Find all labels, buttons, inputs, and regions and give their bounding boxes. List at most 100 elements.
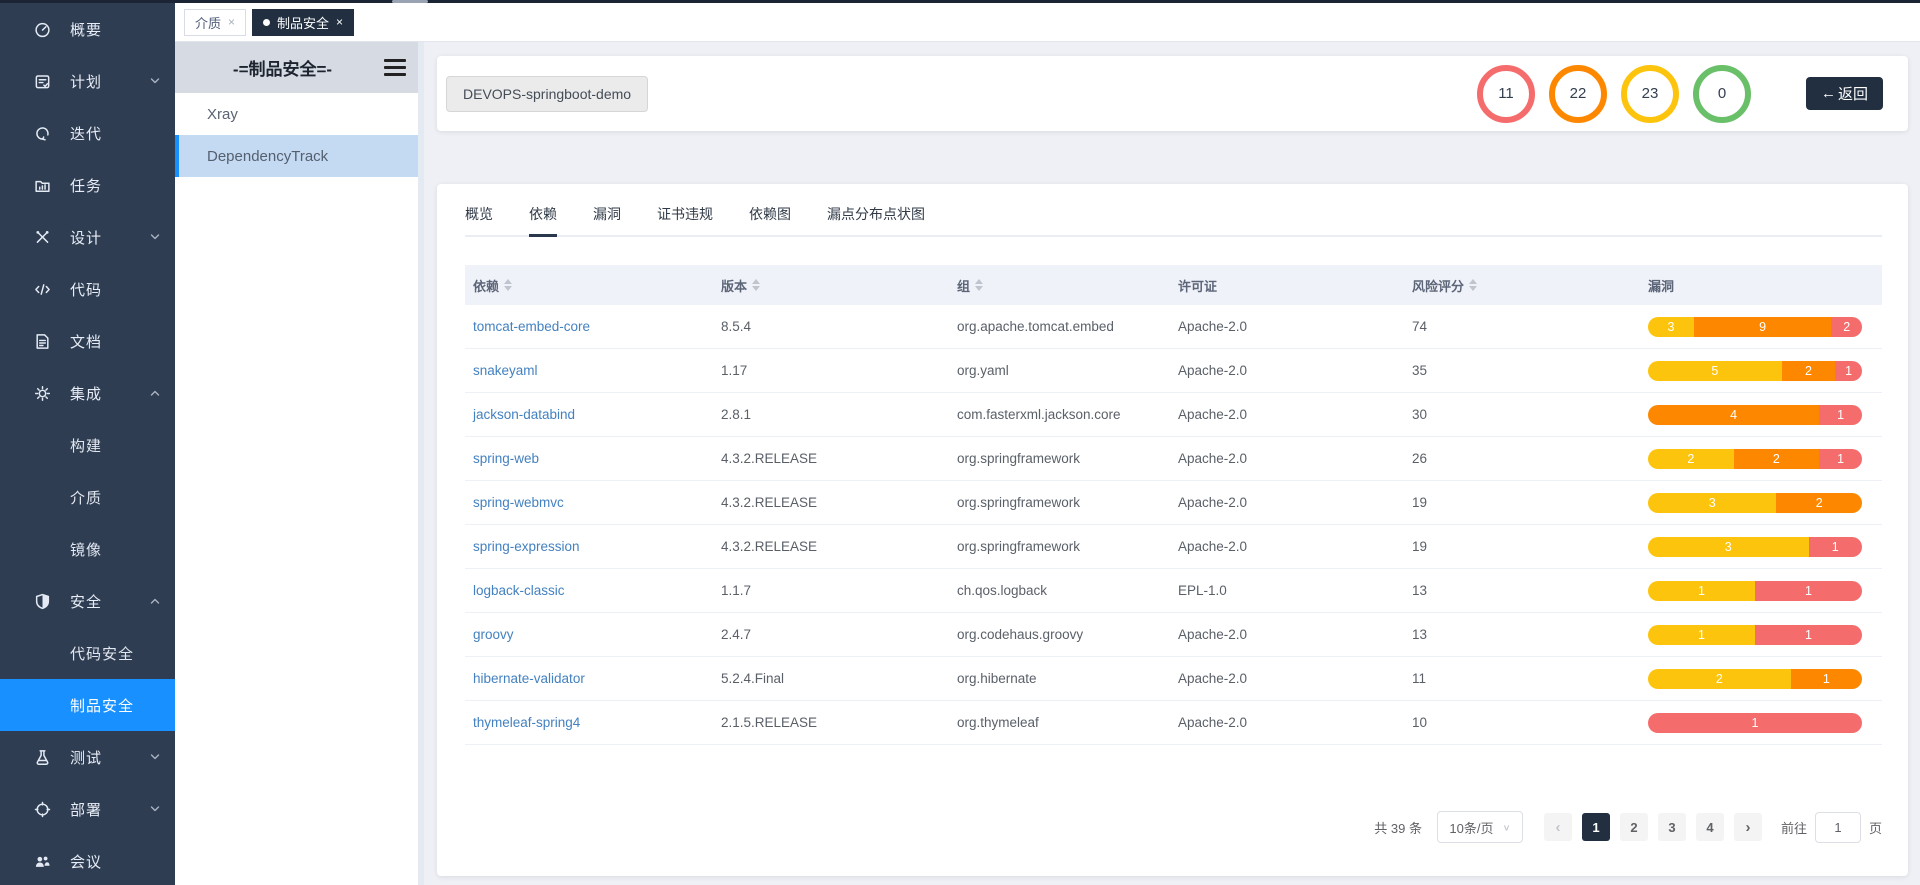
dependency-link[interactable]: thymeleaf-spring4 bbox=[473, 715, 580, 730]
dependency-link[interactable]: hibernate-validator bbox=[473, 671, 585, 686]
dependency-link[interactable]: logback-classic bbox=[473, 583, 565, 598]
goto-page-input[interactable] bbox=[1815, 812, 1861, 843]
column-header-0[interactable]: 依赖 bbox=[465, 276, 713, 295]
sidebar-item-3[interactable]: 任务 bbox=[0, 159, 175, 211]
tab-3[interactable]: 证书违规 bbox=[657, 204, 713, 235]
panel-item-list: XrayDependencyTrack bbox=[175, 93, 418, 177]
open-tab-1[interactable]: 制品安全× bbox=[252, 9, 354, 36]
column-header-1[interactable]: 版本 bbox=[713, 276, 949, 295]
risk-score-cell: 13 bbox=[1404, 627, 1640, 642]
close-icon[interactable]: × bbox=[336, 15, 343, 29]
close-icon[interactable]: × bbox=[228, 15, 235, 29]
dependency-cell: spring-web bbox=[465, 451, 713, 466]
sidebar-item-14[interactable]: 测试 bbox=[0, 731, 175, 783]
column-header-2[interactable]: 组 bbox=[949, 276, 1170, 295]
project-button[interactable]: DEVOPS-springboot-demo bbox=[446, 76, 648, 112]
open-tab-0[interactable]: 介质× bbox=[184, 9, 246, 36]
sidebar-item-12[interactable]: 代码安全 bbox=[0, 627, 175, 679]
chevron-up-icon bbox=[149, 387, 161, 399]
dependency-link[interactable]: groovy bbox=[473, 627, 514, 642]
sidebar-item-16[interactable]: 会议 bbox=[0, 835, 175, 885]
tab-5[interactable]: 漏点分布点状图 bbox=[827, 204, 925, 235]
group-cell: org.springframework bbox=[949, 495, 1170, 510]
page-button-1[interactable]: 1 bbox=[1582, 813, 1610, 841]
vuln-segment-yellow: 3 bbox=[1648, 537, 1809, 557]
dependency-link[interactable]: spring-web bbox=[473, 451, 539, 466]
app-root: 概要计划迭代任务设计代码文档集成构建介质镜像安全代码安全制品安全测试部署会议 介… bbox=[0, 3, 1920, 885]
sidebar-item-7[interactable]: 集成 bbox=[0, 367, 175, 419]
vuln-segment-red: 1 bbox=[1819, 405, 1862, 425]
risk-score-cell: 19 bbox=[1404, 539, 1640, 554]
sort-icon[interactable] bbox=[1469, 279, 1477, 291]
sidebar-item-0[interactable]: 概要 bbox=[0, 3, 175, 55]
dependency-cell: hibernate-validator bbox=[465, 671, 713, 686]
license-cell: Apache-2.0 bbox=[1170, 407, 1404, 422]
tab-1[interactable]: 依赖 bbox=[529, 204, 557, 235]
version-cell: 8.5.4 bbox=[713, 319, 949, 334]
window-top-strip bbox=[0, 0, 1920, 3]
page-size-select[interactable]: 10条/页 ∨ bbox=[1437, 811, 1523, 843]
sidebar-item-2[interactable]: 迭代 bbox=[0, 107, 175, 159]
column-header-4[interactable]: 风险评分 bbox=[1404, 276, 1640, 295]
sidebar-item-8[interactable]: 构建 bbox=[0, 419, 175, 471]
sidebar-item-10[interactable]: 镜像 bbox=[0, 523, 175, 575]
vuln-segment-yellow: 2 bbox=[1648, 449, 1734, 469]
sort-icon[interactable] bbox=[975, 279, 983, 291]
version-cell: 2.1.5.RELEASE bbox=[713, 715, 949, 730]
chevron-down-icon bbox=[149, 803, 161, 815]
back-button[interactable]: ←返回 bbox=[1806, 77, 1883, 110]
sidebar-item-label: 构建 bbox=[70, 435, 161, 456]
vuln-segment-orange: 9 bbox=[1694, 317, 1832, 337]
group-cell: org.apache.tomcat.embed bbox=[949, 319, 1170, 334]
page-button-4[interactable]: 4 bbox=[1696, 813, 1724, 841]
dependency-link[interactable]: spring-webmvc bbox=[473, 495, 564, 510]
page-button-2[interactable]: 2 bbox=[1620, 813, 1648, 841]
sidebar-item-15[interactable]: 部署 bbox=[0, 783, 175, 835]
toolbar-card: DEVOPS-springboot-demo 1122230 ←返回 bbox=[437, 56, 1908, 131]
iteration-icon bbox=[34, 125, 53, 142]
dependency-link[interactable]: jackson-databind bbox=[473, 407, 575, 422]
integration-icon bbox=[34, 385, 53, 402]
sidebar-item-label: 概要 bbox=[70, 19, 161, 40]
risk-score-cell: 10 bbox=[1404, 715, 1640, 730]
tab-2[interactable]: 漏洞 bbox=[593, 204, 621, 235]
dependency-card: 概览依赖漏洞证书违规依赖图漏点分布点状图 依赖版本组许可证风险评分漏洞tomca… bbox=[437, 184, 1908, 876]
sidebar-item-6[interactable]: 文档 bbox=[0, 315, 175, 367]
tab-4[interactable]: 依赖图 bbox=[749, 204, 791, 235]
page-button-3[interactable]: 3 bbox=[1658, 813, 1686, 841]
chevron-down-icon bbox=[149, 75, 161, 87]
prev-page-button[interactable]: ‹ bbox=[1544, 813, 1572, 841]
sidebar-item-5[interactable]: 代码 bbox=[0, 263, 175, 315]
deploy-icon bbox=[34, 801, 53, 818]
horizontal-scrollbar-thumb[interactable] bbox=[392, 0, 428, 3]
severity-circle-3: 0 bbox=[1693, 65, 1751, 123]
design-icon bbox=[34, 229, 53, 246]
dependency-link[interactable]: spring-expression bbox=[473, 539, 580, 554]
sidebar-item-4[interactable]: 设计 bbox=[0, 211, 175, 263]
tab-0[interactable]: 概览 bbox=[465, 204, 493, 235]
dependency-cell: logback-classic bbox=[465, 583, 713, 598]
dependency-cell: tomcat-embed-core bbox=[465, 319, 713, 334]
panel-item-dependencytrack[interactable]: DependencyTrack bbox=[175, 135, 418, 177]
sidebar-item-13[interactable]: 制品安全 bbox=[0, 679, 175, 731]
vuln-segment-yellow: 3 bbox=[1648, 317, 1694, 337]
sort-icon[interactable] bbox=[752, 279, 760, 291]
dependency-link[interactable]: snakeyaml bbox=[473, 363, 538, 378]
risk-score-cell: 13 bbox=[1404, 583, 1640, 598]
chevron-down-icon bbox=[149, 751, 161, 763]
sidebar-item-9[interactable]: 介质 bbox=[0, 471, 175, 523]
version-cell: 1.1.7 bbox=[713, 583, 949, 598]
panel-item-xray[interactable]: Xray bbox=[175, 93, 418, 135]
sidebar-item-1[interactable]: 计划 bbox=[0, 55, 175, 107]
sidebar-item-11[interactable]: 安全 bbox=[0, 575, 175, 627]
sort-icon[interactable] bbox=[504, 279, 512, 291]
vulnerability-bar: 21 bbox=[1648, 669, 1862, 689]
menu-icon[interactable] bbox=[384, 59, 406, 76]
vulnerability-cell: 21 bbox=[1640, 669, 1882, 689]
page-number-list: 1234 bbox=[1577, 813, 1729, 841]
code-icon bbox=[34, 281, 53, 298]
dependency-link[interactable]: tomcat-embed-core bbox=[473, 319, 590, 334]
vulnerability-bar: 521 bbox=[1648, 361, 1862, 381]
next-page-button[interactable]: › bbox=[1734, 813, 1762, 841]
vuln-segment-yellow: 2 bbox=[1648, 669, 1791, 689]
